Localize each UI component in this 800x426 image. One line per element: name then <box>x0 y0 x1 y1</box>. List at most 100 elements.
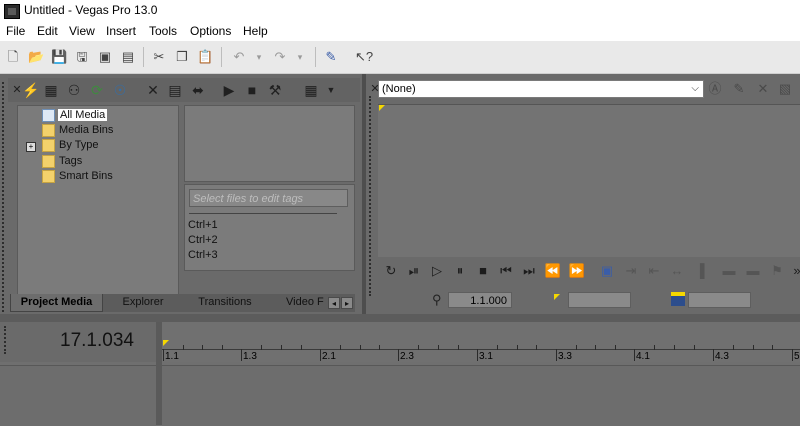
menu-edit[interactable]: Edit <box>37 24 58 38</box>
folder-icon <box>42 155 55 168</box>
project-properties-icon[interactable]: Ⓐ <box>706 80 724 98</box>
menu-view[interactable]: View <box>69 24 95 38</box>
split-screen-icon[interactable]: ▧ <box>776 80 794 98</box>
ruler-label: 2.3 <box>400 351 414 362</box>
loop-playback-icon[interactable]: ↻ <box>382 262 400 280</box>
expand-by-type-icon[interactable]: + <box>26 142 36 152</box>
selection-start-field[interactable] <box>568 292 631 308</box>
track-area[interactable] <box>162 365 800 426</box>
clip-b-icon[interactable]: ▬ <box>744 262 762 280</box>
play-from-start-icon[interactable]: ⏯ <box>405 262 423 280</box>
go-to-end-icon[interactable]: ⏭ <box>520 262 538 280</box>
play-media-icon[interactable]: ▶ <box>220 81 238 99</box>
tab-scroll-left-icon[interactable]: ◂ <box>328 297 340 309</box>
pause-icon[interactable]: ⏸ <box>451 262 469 280</box>
redo-dropdown-icon[interactable]: ▾ <box>292 49 308 65</box>
tag-search-input[interactable]: Select files to edit tags <box>189 189 348 207</box>
ruler-label: 4.1 <box>636 351 650 362</box>
copy-icon[interactable]: ❐ <box>174 49 190 65</box>
ruler-minor-tick <box>694 345 695 350</box>
capture-video-icon[interactable]: ▦ <box>42 81 60 99</box>
cursor-position-icon: ⚲ <box>432 292 442 307</box>
expand-icon[interactable]: ↔ <box>668 262 686 280</box>
tab-video-fx[interactable]: Video F <box>270 294 328 312</box>
paste-icon[interactable]: 📋 <box>197 49 213 65</box>
waveform-icon[interactable]: ▐ <box>691 262 709 280</box>
play-icon[interactable]: ▷ <box>428 262 446 280</box>
undo-icon[interactable]: ↶ <box>231 49 247 65</box>
ruler-major-tick <box>241 349 242 361</box>
flag-icon[interactable]: ⚑ <box>768 262 786 280</box>
next-frame-icon[interactable]: ⏩ <box>568 262 586 280</box>
new-icon[interactable]: 🗋 <box>5 49 21 65</box>
loop-region-marker-icon <box>163 340 169 346</box>
dock-grip[interactable] <box>369 96 377 296</box>
save-as-icon[interactable]: 🖫 <box>74 49 90 65</box>
remove-icon[interactable]: ✕ <box>144 81 162 99</box>
menu-help[interactable]: Help <box>243 24 268 38</box>
close-icon[interactable]: ✕ <box>754 80 772 98</box>
render-icon[interactable]: ▣ <box>97 49 113 65</box>
views-dropdown-icon[interactable]: ▼ <box>322 81 340 99</box>
ruler-label: 2.1 <box>322 351 336 362</box>
horizontal-splitter[interactable] <box>0 314 800 322</box>
menu-tools[interactable]: Tools <box>149 24 177 38</box>
folder-icon <box>42 139 55 152</box>
media-properties-icon[interactable]: ▤ <box>166 81 184 99</box>
preview-fx-icon[interactable]: ✎ <box>730 80 748 98</box>
clip-a-icon[interactable]: ▬ <box>720 262 738 280</box>
previous-frame-icon[interactable]: ⏪ <box>544 262 562 280</box>
ruler-minor-tick <box>595 345 596 350</box>
tab-transitions[interactable]: Transitions <box>183 294 267 312</box>
dock-grip[interactable] <box>2 82 10 312</box>
window-tabs: Project Media Explorer Transitions Video… <box>10 294 355 312</box>
redo-icon[interactable]: ↷ <box>272 49 288 65</box>
trim-end-icon[interactable]: ⇤ <box>645 262 663 280</box>
tab-project-media[interactable]: Project Media <box>10 294 103 312</box>
stop-icon[interactable]: ■ <box>474 262 492 280</box>
ruler-minor-tick <box>615 345 616 350</box>
search-media-icon[interactable]: ☉ <box>111 81 129 99</box>
stop-media-icon[interactable]: ■ <box>243 81 261 99</box>
tag-shortcut-3[interactable]: Ctrl+3 <box>188 249 218 261</box>
open-icon[interactable]: 📂 <box>28 49 44 65</box>
auto-preview-icon[interactable]: ⚒ <box>266 81 284 99</box>
tab-explorer[interactable]: Explorer <box>106 294 180 312</box>
ruler-minor-tick <box>497 345 498 350</box>
go-to-start-icon[interactable]: ⏮ <box>497 262 515 280</box>
save-icon[interactable]: 💾 <box>51 49 67 65</box>
menu-options[interactable]: Options <box>190 24 231 38</box>
get-media-icon[interactable]: ⚇ <box>65 81 83 99</box>
tab-scroll-right-icon[interactable]: ▸ <box>341 297 353 309</box>
selection-length-field[interactable] <box>688 292 751 308</box>
ruler-minor-tick <box>733 345 734 350</box>
menu-insert[interactable]: Insert <box>106 24 136 38</box>
ruler-minor-tick <box>222 345 223 350</box>
tag-shortcut-2[interactable]: Ctrl+2 <box>188 234 218 246</box>
ruler-minor-tick <box>183 345 184 350</box>
help-pointer-icon[interactable]: ↖? <box>355 49 373 65</box>
media-fx-icon[interactable]: ⬌ <box>189 81 207 99</box>
ruler-minor-tick <box>379 345 380 350</box>
timeline-grip[interactable] <box>4 326 12 354</box>
undo-dropdown-icon[interactable]: ▾ <box>251 49 267 65</box>
import-media-icon[interactable]: ⚡ <box>22 81 40 99</box>
refresh-icon[interactable]: ⟳ <box>88 81 106 99</box>
cursor-time-display[interactable]: 1.1.000 <box>448 292 512 308</box>
menu-file[interactable]: File <box>6 24 25 38</box>
cut-icon[interactable]: ✂ <box>151 49 167 65</box>
ruler-label: 3.1 <box>479 351 493 362</box>
ruler-major-tick <box>556 349 557 361</box>
tag-shortcut-1[interactable]: Ctrl+1 <box>188 219 218 231</box>
properties-icon[interactable]: ▤ <box>120 49 136 65</box>
project-media-toolbar: ✕ ⚡ ▦ ⚇ ⟳ ☉ ✕ ▤ ⬌ ▶ ■ ⚒ ▦ ▼ <box>8 78 360 102</box>
views-icon[interactable]: ▦ <box>302 81 320 99</box>
trim-start-icon[interactable]: ⇥ <box>622 262 640 280</box>
more-icon[interactable]: » <box>788 262 800 280</box>
edit-tool-icon[interactable]: ✎ <box>323 49 339 65</box>
ruler-minor-tick <box>360 345 361 350</box>
track-list[interactable] <box>0 365 156 426</box>
preview-preset-select[interactable]: (None) ⌵ <box>378 80 704 98</box>
ruler-minor-tick <box>281 345 282 350</box>
monitor-icon[interactable]: ▣ <box>598 262 616 280</box>
